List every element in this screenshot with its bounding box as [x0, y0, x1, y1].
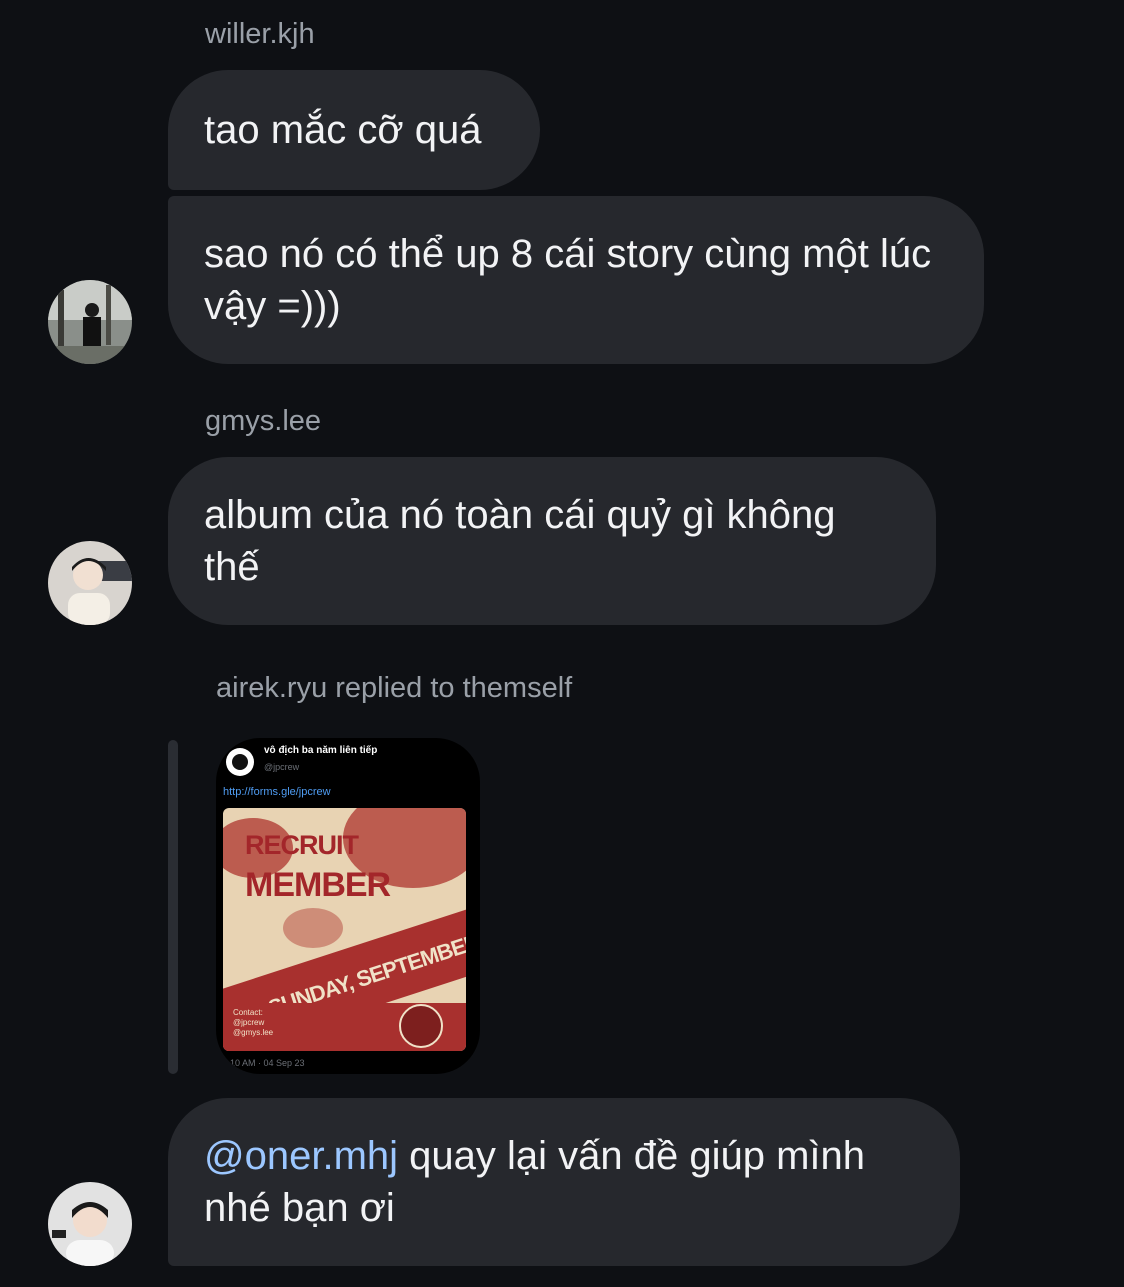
- message-bubble[interactable]: album của nó toàn cái quỷ gì không thế: [168, 457, 936, 625]
- message-bubble[interactable]: @oner.mhj quay lại vấn đề giúp mình nhé …: [168, 1098, 960, 1266]
- contact-label: Contact:: [233, 1008, 263, 1017]
- message-text: album của nó toàn cái quỷ gì không thế: [204, 493, 836, 589]
- message-text: sao nó có thể up 8 cái story cùng một lú…: [204, 232, 932, 328]
- tweet-link: http://forms.gle/jpcrew: [223, 786, 331, 798]
- mention-link[interactable]: @oner.mhj: [204, 1134, 398, 1178]
- contact-handle-1: @jpcrew: [233, 1018, 265, 1027]
- tweet-avatar: [226, 748, 254, 776]
- sender-name-gmys[interactable]: gmys.lee: [205, 405, 321, 438]
- tweet-name: vô địch ba năm liên tiếp: [264, 745, 378, 756]
- poster-contact: Contact: @jpcrew @gmys.lee: [233, 1008, 273, 1038]
- recruit-poster: RECRUIT MEMBER SUNDAY, SEPTEMBER 10 Cont…: [223, 808, 466, 1051]
- message-text: @oner.mhj quay lại vấn đề giúp mình nhé …: [204, 1130, 924, 1234]
- avatar-gmys[interactable]: [48, 541, 132, 625]
- basketball-logo-icon: [399, 1004, 443, 1048]
- message-bubble[interactable]: tao mắc cỡ quá: [168, 70, 540, 190]
- contact-handle-2: @gmys.lee: [233, 1028, 274, 1037]
- tweet-timestamp: 10 AM · 04 Sep 23: [230, 1058, 305, 1068]
- message-bubble[interactable]: sao nó có thể up 8 cái story cùng một lú…: [168, 196, 984, 364]
- reply-indicator-bar: [168, 740, 178, 1074]
- shared-image[interactable]: vô địch ba năm liên tiếp @jpcrew http://…: [216, 738, 480, 1074]
- sender-name-willer[interactable]: willer.kjh: [205, 18, 315, 51]
- tweet-handle: @jpcrew: [264, 762, 300, 772]
- avatar-airek[interactable]: [48, 1182, 132, 1266]
- reply-header: airek.ryu replied to themself: [216, 672, 573, 704]
- avatar-willer[interactable]: [48, 280, 132, 364]
- message-text: tao mắc cỡ quá: [204, 108, 482, 152]
- poster-title-line2: MEMBER: [245, 866, 391, 904]
- poster-title-line1: RECRUIT: [245, 830, 359, 860]
